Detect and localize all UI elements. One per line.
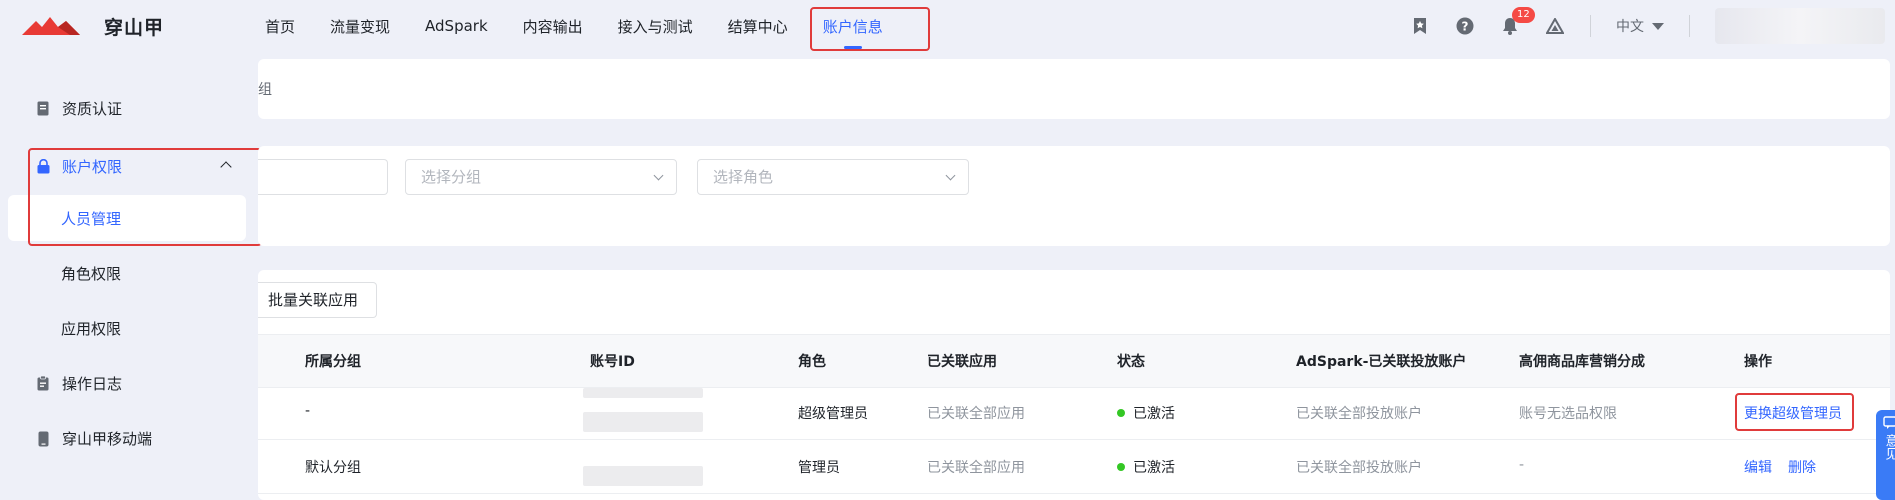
cell-group: 默认分组 (305, 457, 361, 477)
header-divider (1590, 15, 1591, 37)
nav-home[interactable]: 首页 (265, 16, 295, 37)
nav-monetization[interactable]: 流量变现 (330, 16, 390, 37)
notification-badge: 12 (1512, 7, 1535, 23)
column-header-actions: 操作 (1744, 351, 1772, 371)
account-id-blurred (583, 466, 703, 486)
cell-linked-apps: 已关联全部应用 (927, 403, 1025, 423)
caret-down-icon (1652, 23, 1664, 30)
language-label: 中文 (1616, 16, 1644, 36)
column-header-account-id: 账号ID (590, 351, 635, 371)
column-header-commission: 高佣商品库营销分成 (1519, 351, 1645, 371)
status-label: 已激活 (1133, 460, 1175, 476)
chevron-down-icon (654, 171, 664, 181)
status-label: 已激活 (1133, 406, 1175, 422)
cell-commission: 账号无选品权限 (1519, 403, 1617, 423)
role-select[interactable]: 选择角色 (697, 159, 969, 195)
logo[interactable]: 穿山甲 (22, 13, 164, 39)
header-divider-2 (1689, 15, 1690, 37)
column-header-group: 所属分组 (305, 351, 361, 371)
logo-text: 穿山甲 (104, 13, 164, 40)
sidebar-item-label: 操作日志 (62, 373, 122, 394)
cell-linked-apps: 已关联全部应用 (927, 457, 1025, 477)
highlight-box-sidebar (28, 148, 262, 246)
sidebar-item-label: 穿山甲移动端 (62, 428, 152, 449)
nav-content-output[interactable]: 内容输出 (523, 16, 583, 37)
table-row: 默认分组 管理员 已关联全部应用 已激活 已关联全部投放账户 - 编辑 删除 (258, 440, 1890, 494)
table-row: - 超级管理员 已关联全部应用 已激活 已关联全部投放账户 账号无选品权限 更换… (258, 386, 1890, 440)
breadcrumb: 组 (258, 79, 272, 99)
sidebar-item-operation-log[interactable]: 操作日志 (36, 373, 122, 394)
sidebar-item-label: 资质认证 (62, 98, 122, 119)
cell-status: 已激活 (1117, 403, 1175, 423)
feedback-float-button[interactable]: 意见 (1876, 410, 1895, 500)
feedback-icon (1883, 416, 1895, 430)
chevron-down-icon (946, 171, 956, 181)
account-id-blurred (583, 412, 703, 432)
svg-text:?: ? (1462, 20, 1469, 34)
batch-link-apps-button[interactable]: 批量关联应用 (258, 282, 377, 318)
nav-integration-testing[interactable]: 接入与测试 (618, 16, 693, 37)
feedback-label: 意见 (1881, 434, 1895, 460)
bookmark-icon[interactable] (1410, 16, 1430, 36)
cell-status: 已激活 (1117, 457, 1175, 477)
status-dot (1117, 463, 1125, 471)
account-id-blurred (583, 388, 703, 398)
column-header-status: 状态 (1117, 351, 1145, 371)
role-select-placeholder: 选择角色 (713, 168, 773, 186)
document-icon (36, 101, 50, 117)
cell-adspark-accounts: 已关联全部投放账户 (1296, 457, 1422, 477)
filter-card: 选择分组 选择角色 (258, 146, 1890, 246)
language-selector[interactable]: 中文 (1616, 16, 1664, 36)
column-header-role: 角色 (798, 351, 826, 371)
group-select-placeholder: 选择分组 (421, 168, 481, 186)
search-input[interactable] (258, 159, 388, 195)
triangle-logo-icon[interactable] (1545, 16, 1565, 36)
column-header-adspark-accounts: AdSpark-已关联投放账户 (1296, 351, 1466, 371)
nav-adspark[interactable]: AdSpark (425, 17, 488, 35)
notification-bell-icon[interactable]: 12 (1500, 16, 1520, 36)
cell-adspark-accounts: 已关联全部投放账户 (1296, 403, 1422, 423)
header-tools: ? 12 中文 (1410, 0, 1895, 52)
column-header-linked-apps: 已关联应用 (927, 351, 997, 371)
help-icon[interactable]: ? (1455, 16, 1475, 36)
user-account-info[interactable] (1715, 8, 1885, 44)
sidebar-item-qualification[interactable]: 资质认证 (36, 98, 122, 119)
highlight-box-action (1735, 393, 1854, 431)
breadcrumb-card: 组 (258, 59, 1890, 119)
status-dot (1117, 409, 1125, 417)
cell-role: 超级管理员 (798, 403, 868, 423)
delete-link[interactable]: 删除 (1788, 457, 1816, 477)
mobile-icon (36, 431, 50, 447)
edit-link[interactable]: 编辑 (1744, 457, 1772, 477)
group-select[interactable]: 选择分组 (405, 159, 677, 195)
sidebar-item-role-permissions[interactable]: 角色权限 (61, 263, 121, 284)
pangolin-logo-icon (22, 15, 94, 37)
highlight-box-nav (810, 7, 930, 51)
top-bar: 穿山甲 首页 流量变现 AdSpark 内容输出 接入与测试 结算中心 账户信息… (0, 0, 1895, 52)
cell-group: - (305, 403, 310, 419)
cell-role: 管理员 (798, 457, 840, 477)
sidebar-item-mobile[interactable]: 穿山甲移动端 (36, 428, 152, 449)
nav-settlement-center[interactable]: 结算中心 (728, 16, 788, 37)
table-card: 批量关联应用 所属分组 账号ID 角色 已关联应用 状态 AdSpark-已关联… (258, 270, 1890, 500)
clipboard-icon (36, 376, 50, 392)
sidebar-item-app-permissions[interactable]: 应用权限 (61, 318, 121, 339)
table-header: 所属分组 账号ID 角色 已关联应用 状态 AdSpark-已关联投放账户 高佣… (258, 334, 1890, 388)
cell-commission: - (1519, 457, 1524, 473)
